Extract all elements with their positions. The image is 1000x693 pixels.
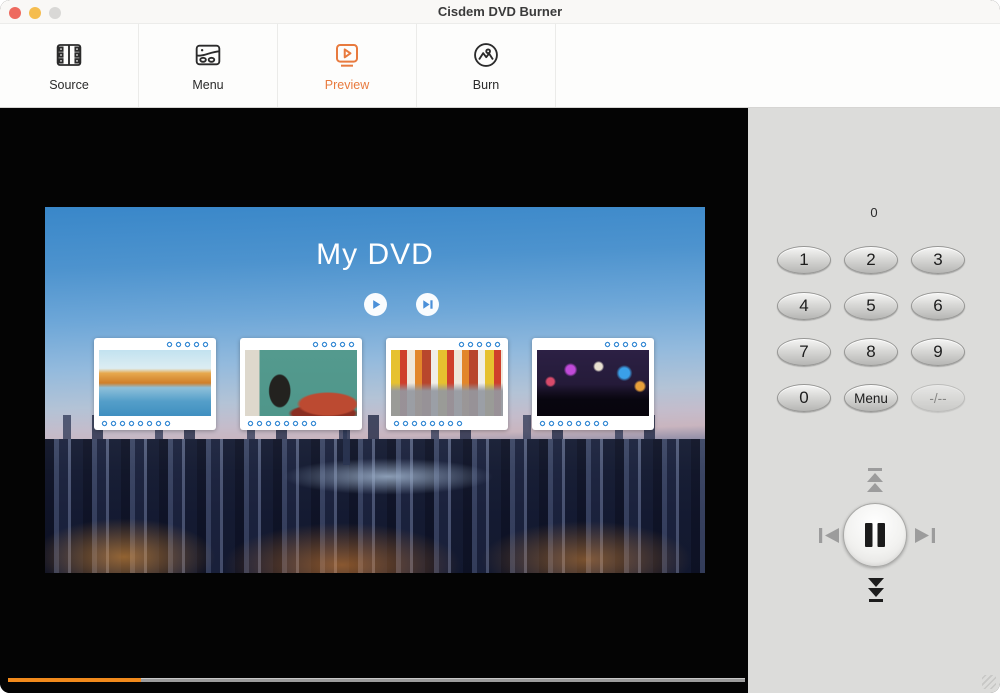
window-resize-grip[interactable] [982,675,996,689]
dvd-menu-buttons [364,293,439,316]
skip-up-icon [862,467,888,499]
toolbar: Source Menu Pr [0,24,1000,108]
pause-icon [862,521,888,549]
dvd-thumbnail-street-day[interactable] [386,338,508,430]
progress-fill [8,678,141,682]
next-chapter-icon [914,527,936,544]
skip-down-icon [863,571,889,603]
film-dots-icon [538,420,610,427]
indoor-room-video [245,350,357,416]
key-4[interactable]: 4 [777,292,831,320]
titlebar: Cisdem DVD Burner [0,0,1000,24]
playback-progress-bar[interactable] [8,678,745,682]
city-street-day-video [391,350,503,416]
city-skyline-background [45,439,705,573]
film-dots-icon [603,341,648,348]
app-window: Cisdem DVD Burner Source [0,0,1000,693]
key-2[interactable]: 2 [844,246,898,274]
remote-display: 0 [748,205,1000,220]
skip-up-button [862,467,888,499]
key-digit-mode: -/-- [911,384,965,412]
play-icon [364,293,387,316]
tab-preview[interactable]: Preview [278,24,417,107]
dvd-menu-preview: My DVD [45,207,705,573]
preview-stage: My DVD [0,108,748,693]
savanna-waterhole-video [99,350,211,416]
pause-button[interactable] [843,503,907,567]
tab-source-label: Source [49,78,89,92]
remote-control-panel: 0 1 2 3 4 5 6 7 8 9 0 Menu -/-- [748,108,1000,693]
tab-burn[interactable]: Burn [417,24,556,107]
tab-menu[interactable]: Menu [139,24,278,107]
play-all-button[interactable] [364,293,387,316]
key-3[interactable]: 3 [911,246,965,274]
burn-disc-icon [470,39,502,71]
window-title: Cisdem DVD Burner [0,0,1000,24]
skip-down-button[interactable] [863,571,889,603]
menu-template-icon [192,39,224,71]
dvd-menu-title: My DVD [45,238,705,272]
film-dots-icon [392,420,464,427]
film-dots-icon [311,341,356,348]
key-0[interactable]: 0 [777,384,831,412]
tab-preview-label: Preview [325,78,369,92]
key-5[interactable]: 5 [844,292,898,320]
previous-chapter-button [818,527,840,544]
remote-keypad: 1 2 3 4 5 6 7 8 9 0 Menu -/-- [777,246,965,412]
chapter-thumbnails [94,338,654,430]
key-1[interactable]: 1 [777,246,831,274]
dvd-thumbnail-street-night[interactable] [532,338,654,430]
film-dots-icon [165,341,210,348]
film-dots-icon [246,420,318,427]
key-7[interactable]: 7 [777,338,831,366]
previous-chapter-icon [818,527,840,544]
film-dots-icon [457,341,502,348]
tab-source[interactable]: Source [0,24,139,107]
key-6[interactable]: 6 [911,292,965,320]
city-street-night-video [537,350,649,416]
key-8[interactable]: 8 [844,338,898,366]
dvd-thumbnail-indoor[interactable] [240,338,362,430]
skip-next-icon [416,293,439,316]
dvd-thumbnail-savanna[interactable] [94,338,216,430]
key-9[interactable]: 9 [911,338,965,366]
scene-select-button[interactable] [416,293,439,316]
key-menu[interactable]: Menu [844,384,898,412]
screen-play-icon [331,39,363,71]
film-dots-icon [100,420,172,427]
tab-menu-label: Menu [192,78,223,92]
filmstrip-icon [53,39,85,71]
tab-burn-label: Burn [473,78,499,92]
next-chapter-button [914,527,936,544]
